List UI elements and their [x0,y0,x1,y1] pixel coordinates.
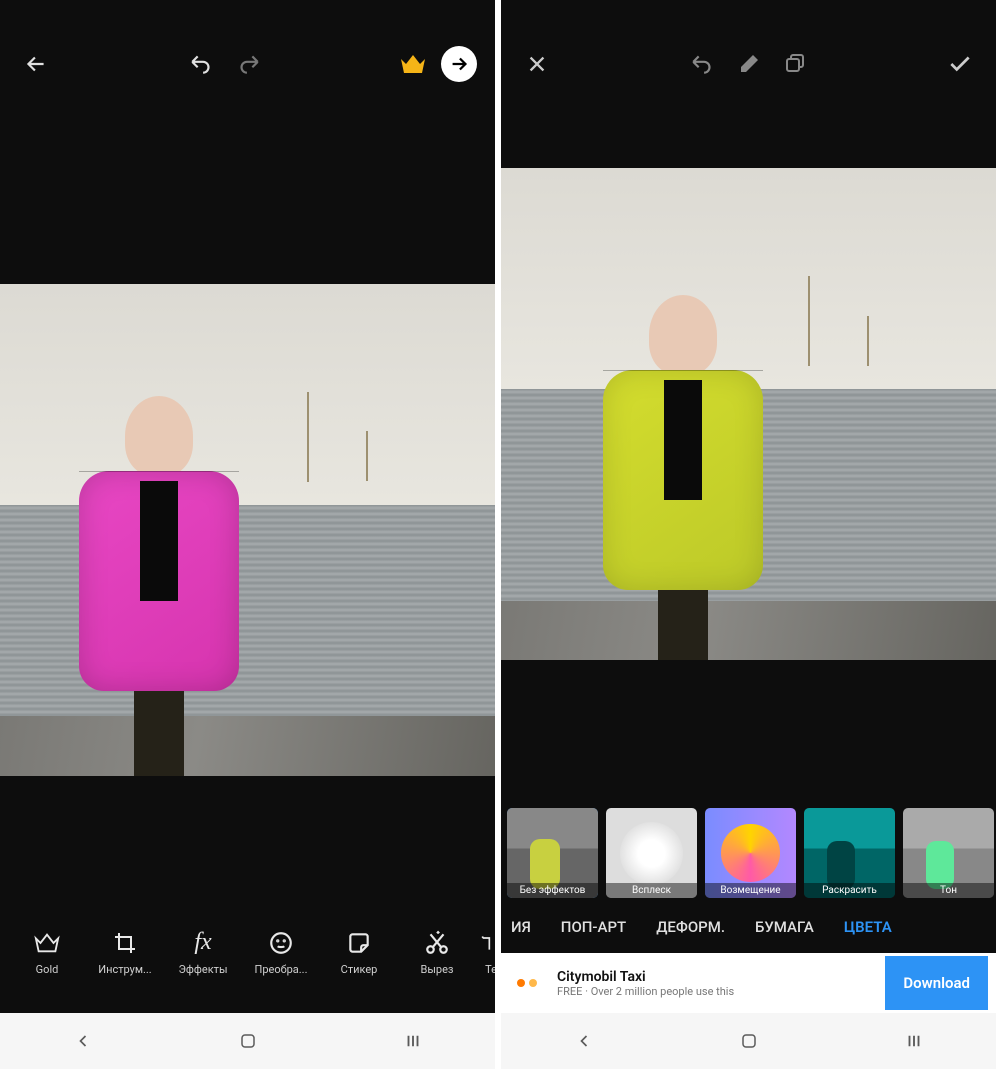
apply-button[interactable] [942,46,978,82]
premium-button[interactable] [395,46,431,82]
tab-deform[interactable]: ДЕФОРМ. [656,918,725,936]
nav-back[interactable] [73,1031,93,1051]
layers-button[interactable] [777,46,813,82]
ad-banner: Citymobil Taxi FREE · Over 2 million peo… [501,953,996,1013]
crop-icon [113,929,137,957]
nav-back[interactable] [574,1031,594,1051]
tool-label: Gold [36,963,59,976]
filter-no-effect[interactable]: Без эффектов [507,808,598,898]
app-area-left: Gold Инструм... fx Эффекты Преобра... Ст… [0,0,495,1013]
filter-colorize[interactable]: Раскрасить [804,808,895,898]
category-tabs: ИЯ ПОП-АРТ ДЕФОРМ. БУМАГА ЦВЕТА [501,901,996,953]
close-button[interactable] [519,46,555,82]
tab-popart[interactable]: ПОП-АРТ [561,918,626,936]
ad-text: Citymobil Taxi FREE · Over 2 million peo… [549,969,885,998]
eraser-button[interactable] [731,46,767,82]
right-screen: Без эффектов Всплеск Возмещение Раскраси… [501,0,996,1069]
tool-sticker[interactable]: Стикер [320,929,398,976]
redo-button[interactable] [230,46,266,82]
nav-recent[interactable] [404,1032,422,1050]
filter-label: Без эффектов [507,883,598,898]
tool-label: Инструм... [98,963,151,976]
ad-subtitle: FREE · Over 2 million people use this [557,985,885,998]
system-nav-left [0,1013,495,1069]
undo-icon [189,51,215,77]
sticker-icon [346,929,372,957]
filter-tone[interactable]: Тон [903,808,994,898]
filter-label: Раскрасить [804,883,895,898]
filter-splash[interactable]: Всплеск [606,808,697,898]
face-icon [268,929,294,957]
text-icon [481,929,495,957]
canvas-left[interactable] [0,98,495,911]
filter-label: Возмещение [705,883,796,898]
nav-home[interactable] [740,1032,758,1050]
tools-bar: Gold Инструм... fx Эффекты Преобра... Ст… [0,911,495,993]
next-button[interactable] [441,46,477,82]
fx-icon: fx [194,929,211,957]
tab-colors[interactable]: ЦВЕТА [844,918,892,936]
tool-label: Преобра... [255,963,308,976]
canvas-right[interactable] [501,98,996,805]
tool-text[interactable]: Те [476,929,495,976]
tool-label: Вырез [421,963,454,976]
tool-effects[interactable]: fx Эффекты [164,929,242,976]
system-nav-right [501,1013,996,1069]
back-button[interactable] [18,46,54,82]
ad-title: Citymobil Taxi [557,969,885,985]
tool-gold[interactable]: Gold [8,929,86,976]
header-left [0,30,495,98]
crown-icon [399,53,427,75]
tab-paper[interactable]: БУМАГА [755,918,814,936]
tool-cutout[interactable]: Вырез [398,929,476,976]
undo-button[interactable] [184,46,220,82]
arrow-left-icon [23,51,49,77]
ad-download-button[interactable]: Download [885,956,988,1010]
ad-logo-icon [507,962,549,1004]
close-icon [526,53,548,75]
photo-preview-left [0,284,495,776]
filter-strip: Без эффектов Всплеск Возмещение Раскраси… [501,805,996,901]
tool-beautify[interactable]: Преобра... [242,929,320,976]
crown-outline-icon [34,929,60,957]
layers-icon [783,52,807,76]
check-icon [947,51,973,77]
tab-partial[interactable]: ИЯ [511,918,531,936]
left-screen: Gold Инструм... fx Эффекты Преобра... Ст… [0,0,495,1069]
undo-icon [690,51,716,77]
tool-tools[interactable]: Инструм... [86,929,164,976]
filter-label: Всплеск [606,883,697,898]
eraser-icon [737,52,761,76]
tool-label: Эффекты [179,963,228,976]
undo-button[interactable] [685,46,721,82]
filter-replace[interactable]: Возмещение [705,808,796,898]
tool-label: Стикер [341,963,378,976]
arrow-right-icon [448,53,470,75]
scissors-icon [424,929,450,957]
photo-preview-right [501,168,996,660]
redo-icon [235,51,261,77]
header-right [501,30,996,98]
filter-label: Тон [903,883,994,898]
nav-home[interactable] [239,1032,257,1050]
nav-recent[interactable] [905,1032,923,1050]
tool-label: Те [485,963,495,976]
app-area-right: Без эффектов Всплеск Возмещение Раскраси… [501,0,996,1013]
